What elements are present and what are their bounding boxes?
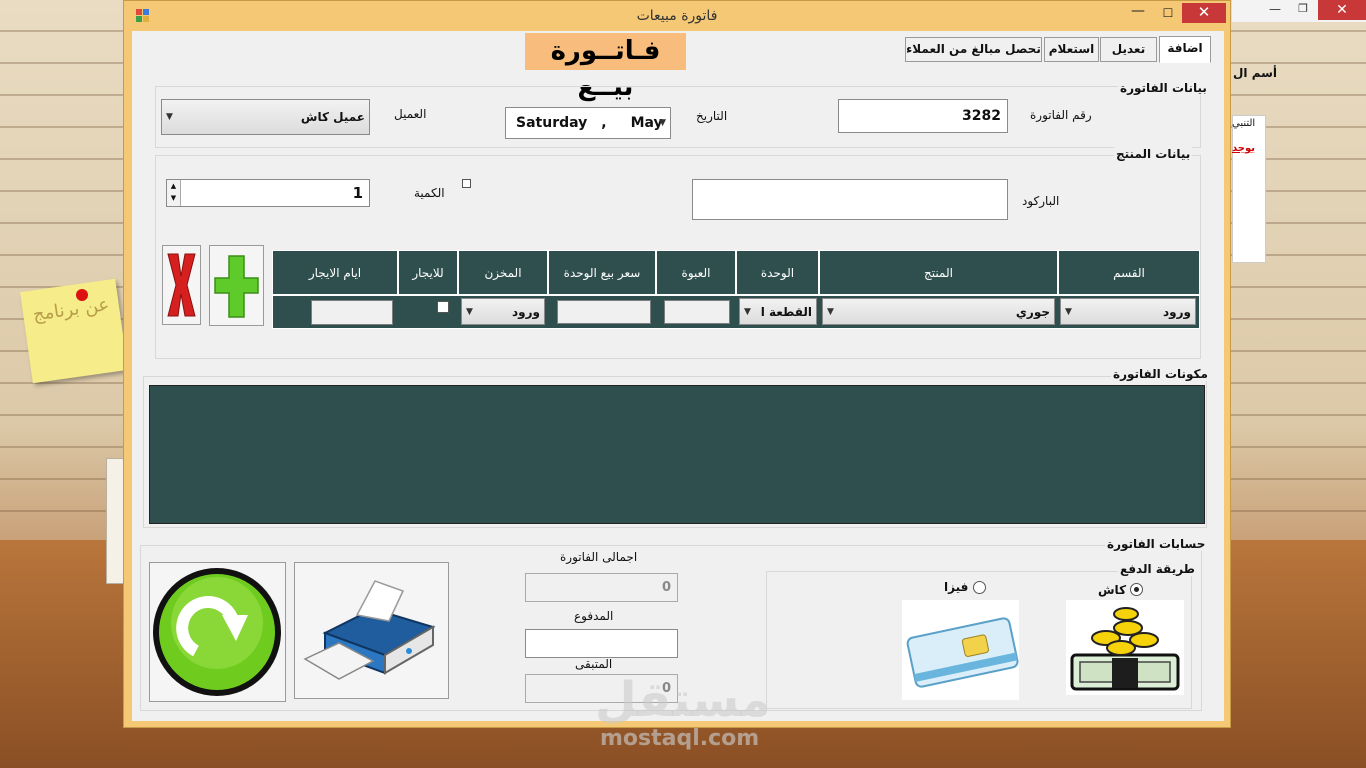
invoice-number-input[interactable]: 3282 (838, 99, 1008, 133)
unit-select[interactable]: ▼ القطعة ا (739, 298, 817, 325)
customer-label: العميل (394, 107, 427, 121)
grid-header-category: القسم (1058, 250, 1200, 295)
date-month: May (630, 115, 663, 131)
background-name-label: أسم ال (1233, 66, 1278, 80)
maximize-button[interactable]: ☐ (1154, 3, 1182, 25)
date-label: التاريخ (696, 109, 728, 123)
invoice-info-title: بيانات الفاتورة (1118, 81, 1209, 95)
unit-price-input[interactable] (557, 300, 651, 324)
chevron-down-icon[interactable]: ▼ (827, 307, 834, 317)
grid-header-product: المنتج (819, 250, 1058, 295)
quantity-stepper[interactable]: 1 (166, 179, 370, 207)
cash-radio[interactable] (1130, 583, 1143, 596)
watermark-url: mostaql.com (600, 726, 760, 751)
remaining-label: المتبقى (575, 657, 613, 671)
product-value: جوري (1015, 304, 1050, 319)
grid-header-unit: الوحدة (736, 250, 819, 295)
window-title: فاتورة مبيعات (636, 8, 718, 24)
store-select[interactable]: ▼ ورود (461, 298, 545, 325)
barcode-input[interactable] (692, 179, 1008, 220)
product-info-title: بيانات المنتج (1114, 147, 1193, 161)
background-minimize-button[interactable]: — (1262, 2, 1288, 18)
payment-method-title: طريقة الدفع (1118, 562, 1197, 576)
tab-query[interactable]: استعلام (1044, 37, 1099, 62)
chevron-down-icon[interactable]: ▼ (466, 307, 473, 317)
background-alerts-panel (1232, 115, 1266, 263)
quantity-spin-buttons[interactable]: ▲ ▼ (167, 180, 181, 206)
pin-icon (76, 289, 88, 301)
package-input[interactable] (664, 300, 730, 324)
tab-add[interactable]: اضافة (1159, 36, 1211, 63)
chevron-down-icon[interactable]: ▼ (1065, 307, 1072, 317)
for-rent-checkbox[interactable] (437, 301, 449, 313)
unit-value: القطعة ا (760, 304, 812, 319)
about-program-sticky-note[interactable]: عن برنامج (20, 278, 128, 384)
date-separator: , (601, 115, 607, 131)
total-input[interactable]: 0 (525, 573, 678, 602)
background-restore-button[interactable]: ❐ (1290, 2, 1316, 18)
cash-label: كاش (1098, 583, 1127, 597)
total-label: اجمالى الفاتورة (560, 550, 638, 564)
customer-select[interactable]: ▼ عميل كاش (161, 99, 370, 135)
store-value: ورود (512, 304, 540, 319)
grid-header-store: المخزن (458, 250, 548, 295)
watermark-brand: مستقل (595, 672, 771, 728)
visa-radio[interactable] (973, 581, 986, 594)
chevron-down-icon[interactable]: ▼ (659, 118, 666, 128)
category-select[interactable]: ▼ ورود (1060, 298, 1196, 325)
chevron-down-icon[interactable]: ▼ (744, 307, 751, 317)
invoice-accounts-title: حسابات الفاتورة (1105, 537, 1208, 551)
customer-value: عميل كاش (300, 110, 365, 124)
refresh-arrow-icon (153, 568, 281, 696)
background-alert-title: التنبي (1232, 118, 1256, 129)
green-plus-icon (214, 255, 259, 318)
cash-money-icon[interactable] (1066, 600, 1184, 695)
window-titlebar[interactable]: فاتورة مبيعات — ☐ ✕ (124, 1, 1230, 31)
delete-row-button[interactable] (162, 245, 201, 325)
background-book (106, 458, 124, 584)
background-alert-link[interactable]: يوجد (1232, 143, 1255, 154)
paid-input[interactable] (525, 629, 678, 658)
print-button[interactable] (294, 562, 449, 699)
product-select[interactable]: ▼ جوري (822, 298, 1055, 325)
grid-header-for-rent: للايجار (398, 250, 458, 295)
minimize-button[interactable]: — (1124, 3, 1152, 25)
date-picker[interactable]: Saturday , May ▼ (505, 107, 671, 139)
close-button[interactable]: ✕ (1182, 3, 1226, 23)
paid-label: المدفوع (574, 609, 614, 623)
window-client-area: فـاتــورة بيــع اضافة تعديل استعلام تحصل… (132, 31, 1224, 721)
quantity-checkbox[interactable] (462, 179, 471, 188)
quantity-value: 1 (352, 184, 363, 202)
tab-edit[interactable]: تعديل (1100, 37, 1157, 62)
chevron-down-icon[interactable]: ▼ (166, 112, 173, 122)
background-close-button[interactable]: ✕ (1318, 0, 1366, 20)
invoice-number-label: رقم الفاتورة (1030, 108, 1092, 122)
invoice-items-list[interactable] (149, 385, 1205, 524)
barcode-label: الباركود (1022, 194, 1060, 208)
red-x-icon (167, 253, 196, 317)
date-day: Saturday (516, 115, 588, 131)
grid-header-package: العبوة (656, 250, 736, 295)
add-row-button[interactable] (209, 245, 264, 326)
grid-header-rent-days: ايام الايجار (272, 250, 398, 295)
new-invoice-button[interactable] (149, 562, 286, 702)
category-value: ورود (1163, 304, 1191, 319)
invoice-items-title: مكونات الفاتورة (1111, 367, 1210, 381)
sales-invoice-window: فاتورة مبيعات — ☐ ✕ فـاتــورة بيــع اضاف… (123, 0, 1231, 728)
printer-icon (303, 580, 436, 680)
invoice-banner: فـاتــورة بيــع (525, 33, 686, 102)
tab-collect-payments[interactable]: تحصل مبالغ من العملاء (905, 37, 1042, 62)
visa-label: فيزا (944, 580, 969, 594)
rent-days-input[interactable] (311, 300, 393, 325)
grid-header-unit-price: سعر بيع الوحدة (548, 250, 656, 295)
quantity-label: الكمية (414, 186, 445, 200)
credit-card-icon[interactable] (902, 600, 1019, 700)
